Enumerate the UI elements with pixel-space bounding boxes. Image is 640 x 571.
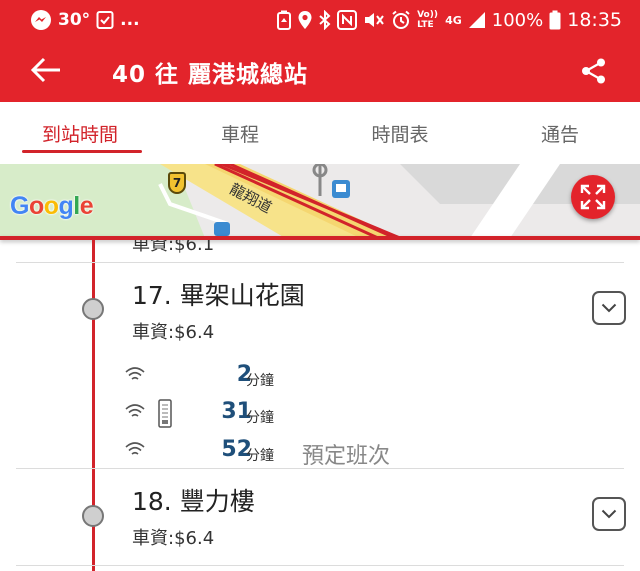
back-button[interactable] [24, 50, 68, 90]
scheduled-note: 預定班次 [302, 444, 391, 469]
tab-bar: 到站時間 車程 時間表 通告 [0, 102, 640, 164]
app-bar: 40 往 麗港城總站 [0, 38, 640, 102]
eta-unit: 分鐘 [246, 373, 274, 389]
more-notifications-text: ... [120, 10, 140, 30]
stop-expand-button[interactable] [592, 291, 626, 325]
stop-fare: 車資:$6.4 [132, 322, 215, 343]
tab-notices[interactable]: 通告 [480, 102, 640, 164]
alarm-icon [391, 10, 411, 30]
status-bar-left: 30° ... [30, 8, 140, 32]
divider [16, 468, 624, 469]
stop-marker [82, 298, 104, 320]
wifi-icon [125, 367, 145, 380]
tab-timetable[interactable]: 時間表 [320, 102, 480, 164]
battery-saver-icon [277, 10, 292, 30]
clock-text: 18:35 [567, 9, 622, 31]
status-bar: 30° ... Vo)) LTE 4G 100% 18:35 [0, 0, 640, 38]
chevron-down-icon [601, 303, 617, 313]
stop-list[interactable]: 車資:$6.1 17. 畢架山花園 車資:$6.4 2 分鐘 31 分鐘 52 … [0, 240, 640, 571]
previous-stop-fare: 車資:$6.1 [132, 240, 215, 255]
share-icon [582, 58, 605, 84]
battery-percent-text: 100% [491, 9, 544, 31]
eta-unit: 分鐘 [246, 448, 274, 464]
nfc-icon [337, 10, 358, 30]
divider [16, 262, 624, 263]
wifi-icon [125, 404, 145, 417]
eta-row: 52 分鐘 預定班次 [124, 437, 524, 469]
stop-marker [82, 505, 104, 527]
arrow-left-icon [30, 57, 60, 83]
location-icon [297, 10, 313, 30]
route-title: 40 往 麗港城總站 [112, 62, 309, 88]
eta-row: 2 分鐘 [124, 362, 524, 392]
tab-journey[interactable]: 車程 [160, 102, 320, 164]
road-shield: 7 [168, 172, 186, 194]
map-view[interactable]: 7 龍翔道 [0, 164, 640, 238]
google-logo: Google [10, 192, 94, 220]
messenger-icon [30, 9, 52, 31]
battery-icon [549, 10, 561, 30]
chevron-down-icon [601, 509, 617, 519]
network-type-text: 4G [445, 13, 462, 27]
eta-unit: 分鐘 [246, 410, 274, 426]
stop-name: 18. 豐力樓 [132, 487, 255, 516]
checkbox-icon [96, 10, 114, 30]
fullscreen-icon [580, 184, 606, 210]
stop-expand-button[interactable] [592, 497, 626, 531]
bluetooth-icon [319, 10, 331, 30]
stop-fare: 車資:$6.4 [132, 528, 215, 549]
temperature-text: 30° [58, 10, 91, 30]
device-icon [158, 399, 172, 428]
map-graphic [0, 164, 640, 238]
volte-text: Vo)) LTE [417, 10, 438, 30]
mute-icon [363, 10, 385, 30]
map-expand-button[interactable] [571, 175, 615, 219]
divider [16, 565, 624, 566]
eta-row: 31 分鐘 [124, 399, 524, 429]
signal-icon [468, 11, 486, 29]
wifi-icon [125, 442, 145, 455]
tab-arrival-times[interactable]: 到站時間 [0, 102, 160, 164]
stop-name: 17. 畢架山花園 [132, 281, 305, 310]
status-bar-right: Vo)) LTE 4G 100% 18:35 [277, 8, 622, 32]
active-tab-indicator [22, 150, 142, 153]
share-button[interactable] [574, 51, 614, 91]
